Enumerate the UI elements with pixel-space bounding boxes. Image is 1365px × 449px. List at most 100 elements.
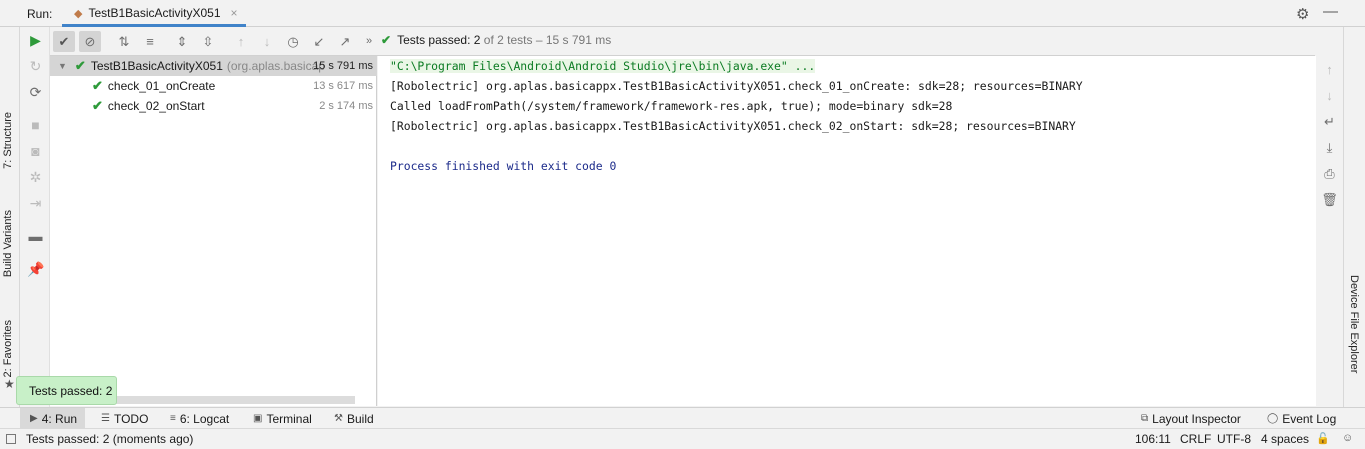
- debug-icon[interactable]: ✲: [27, 169, 44, 186]
- check-icon: ✔: [74, 58, 86, 73]
- run-tab-title: TestB1BasicActivityX051: [88, 6, 221, 20]
- test-status: ✔ Tests passed: 2 of 2 tests – 15 s 791 m…: [381, 33, 611, 47]
- sort-alpha-icon[interactable]: ⇅: [113, 31, 135, 52]
- gear-icon[interactable]: ⚙: [1296, 5, 1309, 23]
- check-icon: ✔: [381, 33, 392, 47]
- tab-event-log[interactable]: ◯ Event Log: [1267, 408, 1336, 429]
- build-variants-tool-tab[interactable]: Build Variants: [2, 210, 14, 277]
- status-bar: Tests passed: 2 (moments ago) 106:11 CRL…: [0, 428, 1365, 449]
- root-package: (org.aplas.basicap: [226, 59, 325, 73]
- console-line: Called loadFromPath(/system/framework/fr…: [390, 99, 953, 113]
- export-tests-icon[interactable]: ↗: [334, 31, 356, 52]
- favorites-tool-tab[interactable]: 2: Favorites: [2, 320, 14, 377]
- test-name: check_01_onCreate: [107, 79, 216, 93]
- run-config-tab[interactable]: ◆ TestB1BasicActivityX051 ×: [62, 0, 246, 27]
- run-header: Run: ◆ TestB1BasicActivityX051 × ⚙ —: [0, 0, 1365, 27]
- line-separator[interactable]: CRLF: [1180, 432, 1211, 446]
- tab-event-log-label: Event Log: [1282, 411, 1337, 426]
- show-ignored-icon[interactable]: ⊘: [79, 31, 101, 52]
- tests-passed-balloon[interactable]: Tests passed: 2: [16, 376, 117, 405]
- sort-duration-icon[interactable]: ≡: [139, 31, 161, 52]
- check-icon: ✔: [92, 98, 103, 113]
- tree-row-test[interactable]: ✔ check_02_onStart 2 s 174 ms: [50, 96, 377, 116]
- scroll-to-end-icon[interactable]: ⤓: [1321, 140, 1338, 156]
- indent-setting[interactable]: 4 spaces: [1261, 432, 1309, 446]
- tab-logcat[interactable]: ≡ 6: Logcat: [170, 408, 229, 429]
- device-file-explorer-tab[interactable]: Device File Explorer: [1348, 275, 1360, 373]
- rerun-icon[interactable]: ▶: [27, 32, 44, 49]
- more-icon[interactable]: »: [358, 31, 380, 52]
- console-line: Process finished with exit code 0: [390, 159, 617, 173]
- root-test-name: TestB1BasicActivityX051: [90, 59, 223, 73]
- play-icon: ▶: [30, 413, 38, 424]
- previous-test-icon[interactable]: ↑: [230, 31, 252, 52]
- import-icon[interactable]: ⇥: [27, 195, 44, 212]
- test-tree: ▼ ✔ TestB1BasicActivityX051 (org.aplas.b…: [50, 56, 377, 406]
- right-tool-strip: Device File Explorer: [1343, 27, 1365, 407]
- event-log-icon: ◯: [1267, 413, 1279, 424]
- test-time: 2 s 174 ms: [319, 100, 373, 112]
- status-passed: Tests passed: 2: [397, 33, 481, 47]
- caret-position[interactable]: 106:11: [1135, 432, 1171, 446]
- test-config-icon: ◆: [74, 8, 83, 20]
- console-line: [Robolectric] org.aplas.basicappx.TestB1…: [390, 119, 1076, 133]
- expand-arrow-icon[interactable]: ▼: [58, 61, 67, 71]
- tab-build[interactable]: ⚒ Build: [334, 408, 374, 429]
- trash-icon[interactable]: 🗑: [1321, 192, 1338, 208]
- tree-row-test[interactable]: ✔ check_01_onCreate 13 s 617 ms: [50, 76, 377, 96]
- run-label: Run:: [27, 7, 53, 21]
- left-tool-strip: 7: Structure Build Variants 2: Favorites…: [0, 27, 20, 407]
- status-detail: of 2 tests – 15 s 791 ms: [483, 33, 612, 47]
- soft-wrap-icon[interactable]: ↵: [1321, 114, 1338, 130]
- tab-build-label: Build: [346, 411, 374, 426]
- down-arrow-icon[interactable]: ↓: [1321, 88, 1338, 103]
- layout-icon[interactable]: ▬: [27, 228, 44, 245]
- show-passed-icon[interactable]: ✔: [53, 31, 75, 52]
- console-actions: ↑ ↓ ↵ ⤓ ⎙ 🗑: [1316, 56, 1343, 406]
- test-name: check_02_onStart: [107, 99, 205, 113]
- next-test-icon[interactable]: ↓: [256, 31, 278, 52]
- test-toolbar: ✔ ⊘ ⇅ ≡ ⇕ ⇳ ↑ ↓ ◷ ↙ ↗ » ✔ Tests passed: 2…: [50, 27, 1315, 56]
- tab-terminal-label: Terminal: [266, 411, 312, 426]
- run-actions-column: ▶ ↻ ⟳ ■ ◙ ✲ ⇥ ▬ 📌: [21, 27, 50, 407]
- minimize-icon[interactable]: —: [1323, 3, 1338, 20]
- inspector-hector-icon[interactable]: ☺: [1342, 432, 1353, 444]
- collapse-all-icon[interactable]: ⇳: [197, 31, 219, 52]
- expand-all-icon[interactable]: ⇕: [171, 31, 193, 52]
- bottom-tool-bar: ▶ 4: Run ☰ TODO ≡ 6: Logcat ▣ Terminal ⚒…: [0, 407, 1365, 429]
- pin-icon[interactable]: 📌: [27, 261, 44, 278]
- tab-todo-label: TODO: [113, 411, 149, 426]
- console-line: [Robolectric] org.aplas.basicappx.TestB1…: [390, 79, 1083, 93]
- stop-icon[interactable]: ■: [27, 117, 44, 134]
- root-time: 15 s 791 ms: [313, 60, 373, 72]
- camera-icon[interactable]: ◙: [27, 143, 44, 160]
- tab-run[interactable]: ▶ 4: Run: [20, 408, 86, 429]
- tab-layout-inspector-label: Layout Inspector: [1152, 411, 1241, 426]
- inspector-icon: ⧉: [1141, 413, 1149, 424]
- up-arrow-icon[interactable]: ↑: [1321, 62, 1338, 77]
- toggle-autotest-icon[interactable]: ⟳: [27, 84, 44, 101]
- file-encoding[interactable]: UTF-8: [1217, 432, 1251, 446]
- tree-row-root[interactable]: ▼ ✔ TestB1BasicActivityX051 (org.aplas.b…: [50, 56, 377, 76]
- structure-tool-tab[interactable]: 7: Structure: [2, 112, 14, 169]
- status-message[interactable]: Tests passed: 2 (moments ago): [26, 432, 193, 446]
- status-window-icon[interactable]: [6, 434, 16, 444]
- history-icon[interactable]: ◷: [282, 31, 304, 52]
- close-icon[interactable]: ×: [231, 6, 238, 20]
- tab-logcat-label: 6: Logcat: [179, 411, 230, 426]
- rerun-failed-icon[interactable]: ↻: [27, 58, 44, 75]
- tab-terminal[interactable]: ▣ Terminal: [253, 408, 312, 429]
- list-icon: ☰: [101, 413, 110, 424]
- console-line: "C:\Program Files\Android\Android Studio…: [390, 59, 816, 73]
- logcat-icon: ≡: [170, 413, 176, 424]
- test-time: 13 s 617 ms: [313, 80, 373, 92]
- tab-layout-inspector[interactable]: ⧉ Layout Inspector: [1141, 408, 1241, 429]
- lock-icon[interactable]: 🔓: [1316, 432, 1330, 445]
- import-tests-icon[interactable]: ↙: [308, 31, 330, 52]
- tab-todo[interactable]: ☰ TODO: [101, 408, 148, 429]
- print-icon[interactable]: ⎙: [1321, 166, 1338, 182]
- console-output[interactable]: "C:\Program Files\Android\Android Studio…: [378, 56, 1316, 406]
- terminal-icon: ▣: [253, 413, 263, 424]
- star-icon: ★: [4, 377, 15, 391]
- hammer-icon: ⚒: [334, 413, 343, 424]
